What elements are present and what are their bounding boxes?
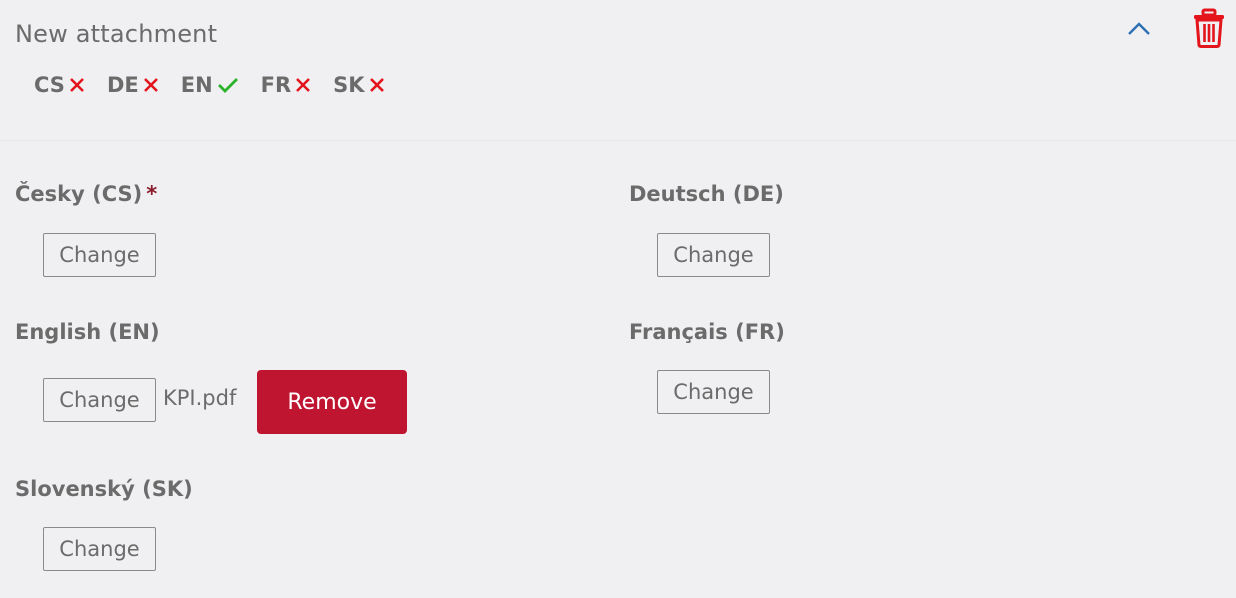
language-status-list: CS DE EN FR SK (34, 73, 407, 97)
language-code: FR (260, 73, 292, 97)
field-label-sk: Slovenský (SK) (15, 477, 193, 501)
file-name: KPI.pdf (163, 386, 237, 410)
language-status-de: DE (107, 73, 159, 97)
language-code: SK (333, 73, 365, 97)
language-status-en: EN (181, 73, 239, 97)
language-code: DE (106, 73, 139, 97)
trash-icon (1194, 8, 1224, 48)
remove-file-button[interactable]: Remove (257, 370, 407, 434)
field-label-de: Deutsch (DE) (629, 182, 784, 206)
field-label-en: English (EN) (15, 320, 160, 344)
language-status-fr: FR (261, 73, 312, 97)
cross-icon (369, 78, 384, 92)
cross-icon (296, 78, 311, 92)
required-mark: * (146, 182, 158, 206)
attachment-title: New attachment (15, 20, 218, 48)
attachment-header: New attachment CS DE EN FR SK (0, 0, 1236, 141)
change-button-de[interactable]: Change (657, 233, 770, 277)
collapse-button[interactable] (1124, 16, 1154, 42)
chevron-up-icon (1128, 22, 1150, 35)
check-icon (217, 78, 238, 93)
change-button-fr[interactable]: Change (657, 370, 770, 414)
language-code: EN (180, 73, 213, 97)
field-label-text: Česky (CS) (15, 182, 143, 206)
language-status-sk: SK (333, 73, 384, 97)
change-button-sk[interactable]: Change (43, 527, 156, 571)
cross-icon (143, 78, 158, 92)
change-button-cs[interactable]: Change (43, 233, 156, 277)
language-status-cs: CS (34, 73, 85, 97)
language-code: CS (34, 73, 65, 97)
delete-attachment-button[interactable] (1192, 8, 1226, 48)
field-label-fr: Français (FR) (629, 320, 785, 344)
field-label-cs: Česky (CS) * (15, 182, 157, 206)
change-button-en[interactable]: Change (43, 378, 156, 422)
cross-icon (70, 78, 84, 92)
